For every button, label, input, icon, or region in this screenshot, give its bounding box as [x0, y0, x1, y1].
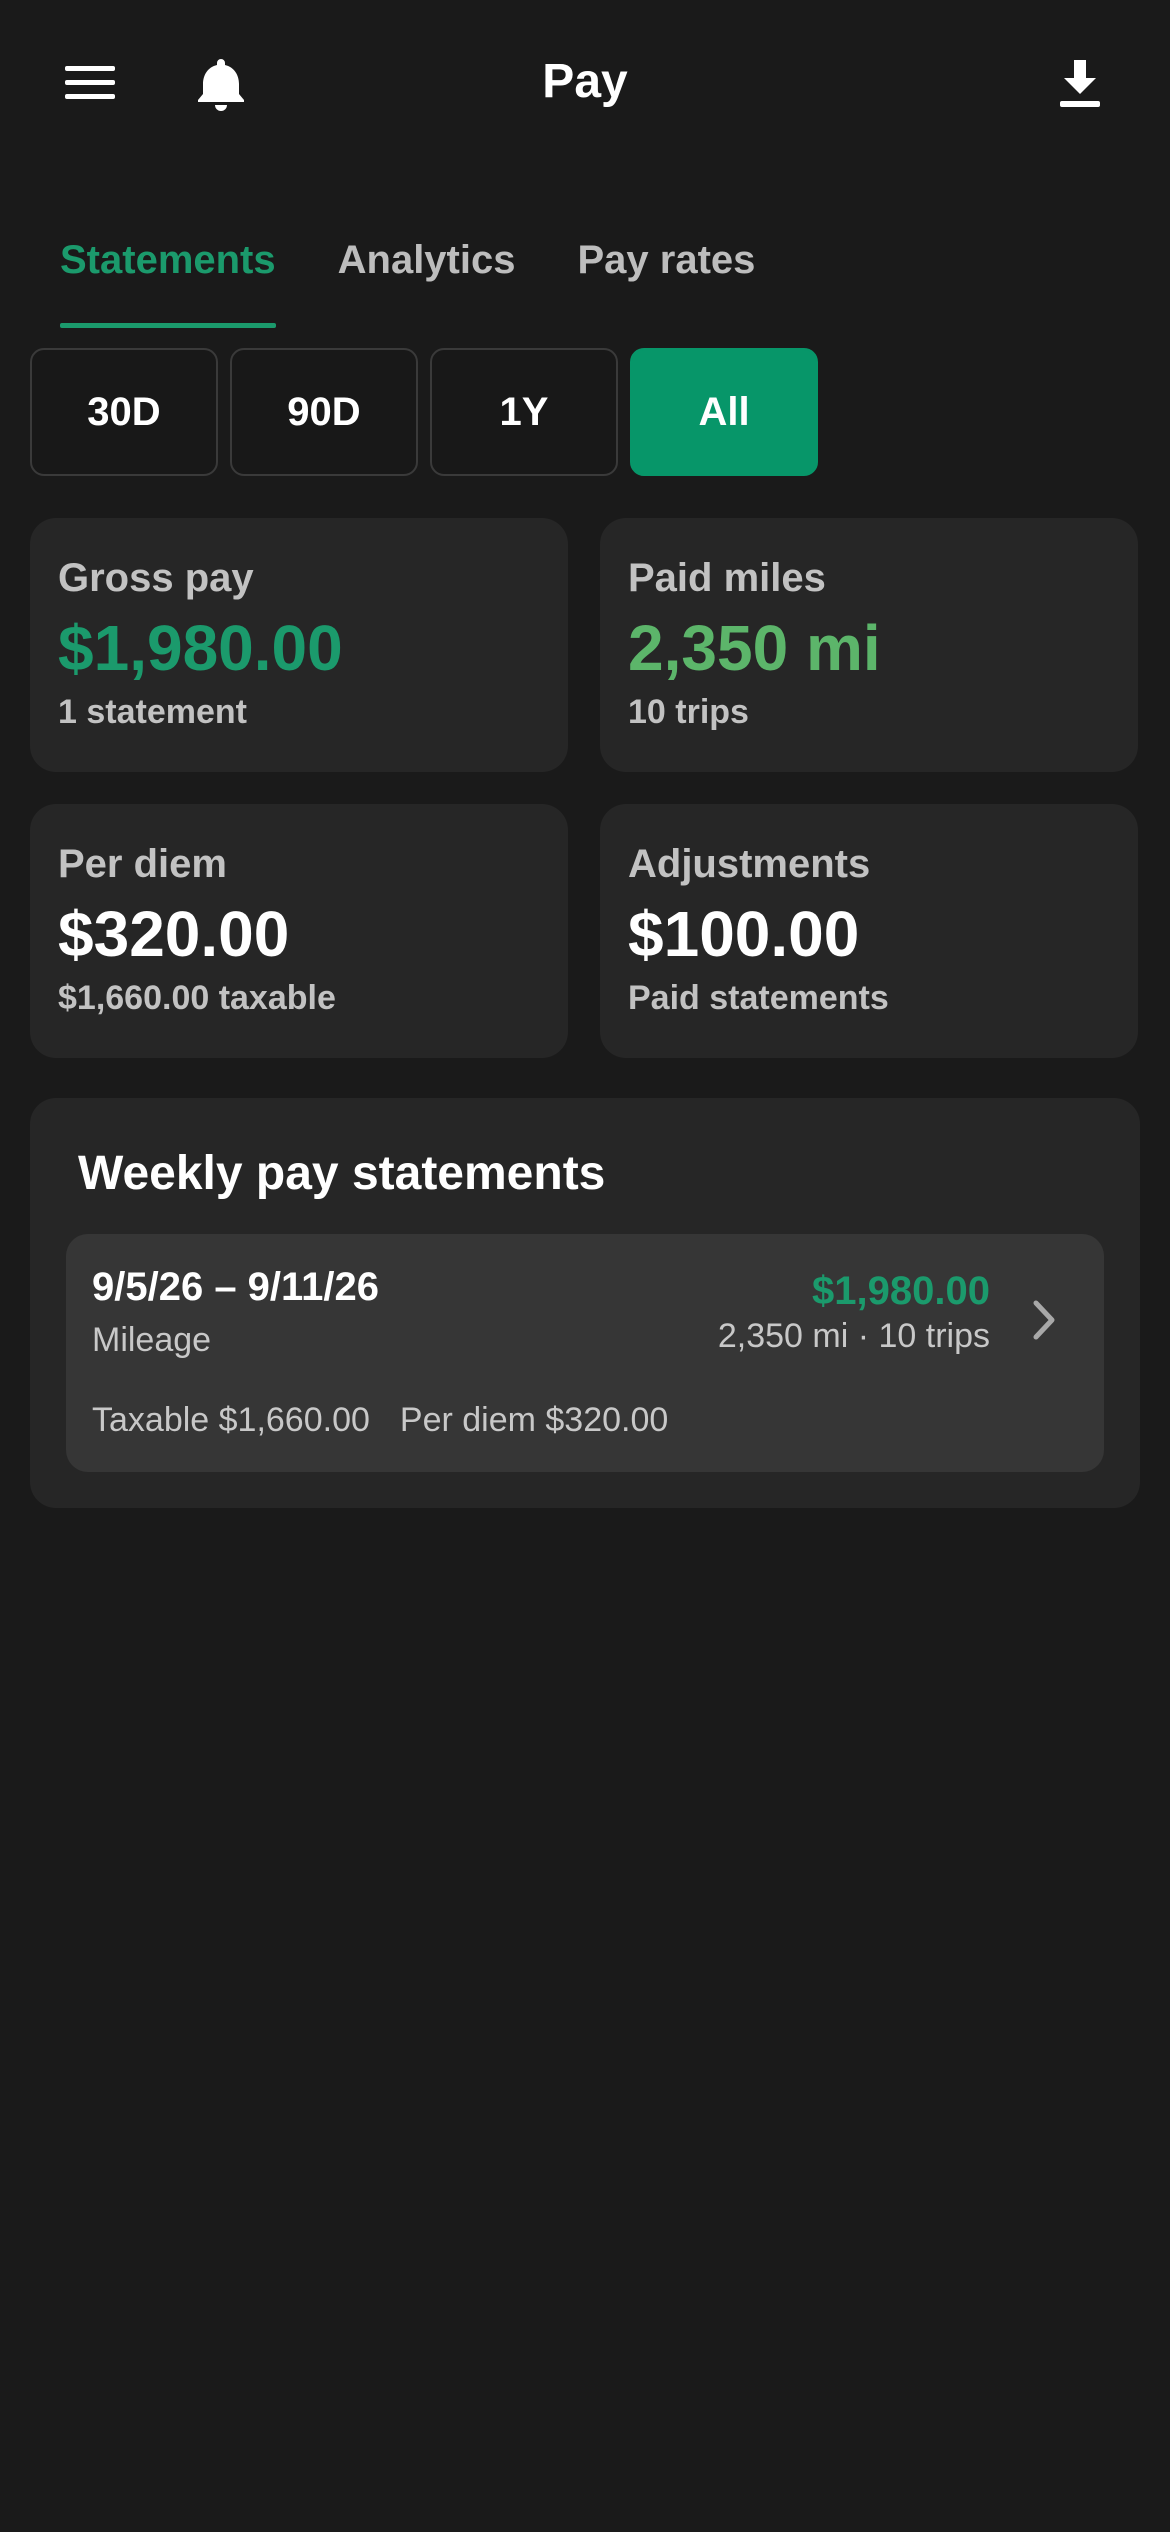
tab-pay-rates[interactable]: Pay rates — [577, 228, 755, 328]
range-all-button[interactable]: All — [630, 348, 818, 476]
range-30d-button[interactable]: 30D — [30, 348, 218, 476]
adjustments-sub: Paid statements — [628, 979, 889, 1017]
statement-miles-trips: 2,350 mi · 10 trips — [717, 1317, 990, 1355]
tab-bar: Statements Analytics Pay rates — [60, 228, 755, 328]
gross-pay-value: $1,980.00 — [58, 612, 343, 684]
gross-pay-card: Gross pay $1,980.00 1 statement — [30, 518, 568, 772]
chevron-right-icon — [1024, 1290, 1064, 1350]
page-title: Pay — [542, 55, 628, 108]
per-diem-sub: $1,660.00 taxable — [58, 979, 336, 1017]
paid-miles-card: Paid miles 2,350 mi 10 trips — [600, 518, 1138, 772]
statement-row[interactable]: 9/5/26 – 9/11/26 Mileage $1,980.00 2,350… — [66, 1234, 1104, 1472]
statement-type: Mileage — [92, 1321, 212, 1359]
adjustments-label: Adjustments — [628, 842, 871, 886]
range-90d-button[interactable]: 90D — [230, 348, 418, 476]
statement-amount: $1,980.00 — [812, 1269, 990, 1313]
weekly-statements-section: Weekly pay statements 9/5/26 – 9/11/26 M… — [30, 1098, 1140, 1508]
tab-analytics[interactable]: Analytics — [338, 228, 516, 328]
statement-taxable: Taxable $1,660.00 — [92, 1401, 370, 1439]
gross-pay-label: Gross pay — [58, 556, 254, 600]
range-selector: 30D 90D 1Y All — [30, 348, 818, 476]
per-diem-value: $320.00 — [58, 898, 290, 970]
adjustments-card: Adjustments $100.00 Paid statements — [600, 804, 1138, 1058]
tab-statements[interactable]: Statements — [60, 228, 276, 328]
per-diem-label: Per diem — [58, 842, 227, 886]
range-1y-button[interactable]: 1Y — [430, 348, 618, 476]
per-diem-card: Per diem $320.00 $1,660.00 taxable — [30, 804, 568, 1058]
weekly-statements-title: Weekly pay statements — [78, 1147, 606, 1200]
gross-pay-sub: 1 statement — [58, 693, 247, 731]
download-button[interactable] — [1045, 48, 1115, 118]
statement-date-range: 9/5/26 – 9/11/26 — [92, 1265, 379, 1309]
statement-per-diem: Per diem $320.00 — [399, 1401, 669, 1439]
app-header: Pay — [0, 0, 1170, 165]
paid-miles-sub: 10 trips — [628, 693, 749, 731]
adjustments-value: $100.00 — [628, 898, 860, 970]
paid-miles-label: Paid miles — [628, 556, 826, 600]
download-icon — [1060, 60, 1100, 107]
paid-miles-value: 2,350 mi — [628, 612, 881, 684]
statement-footer: Taxable $1,660.00 Per diem $320.00 — [92, 1398, 668, 1442]
